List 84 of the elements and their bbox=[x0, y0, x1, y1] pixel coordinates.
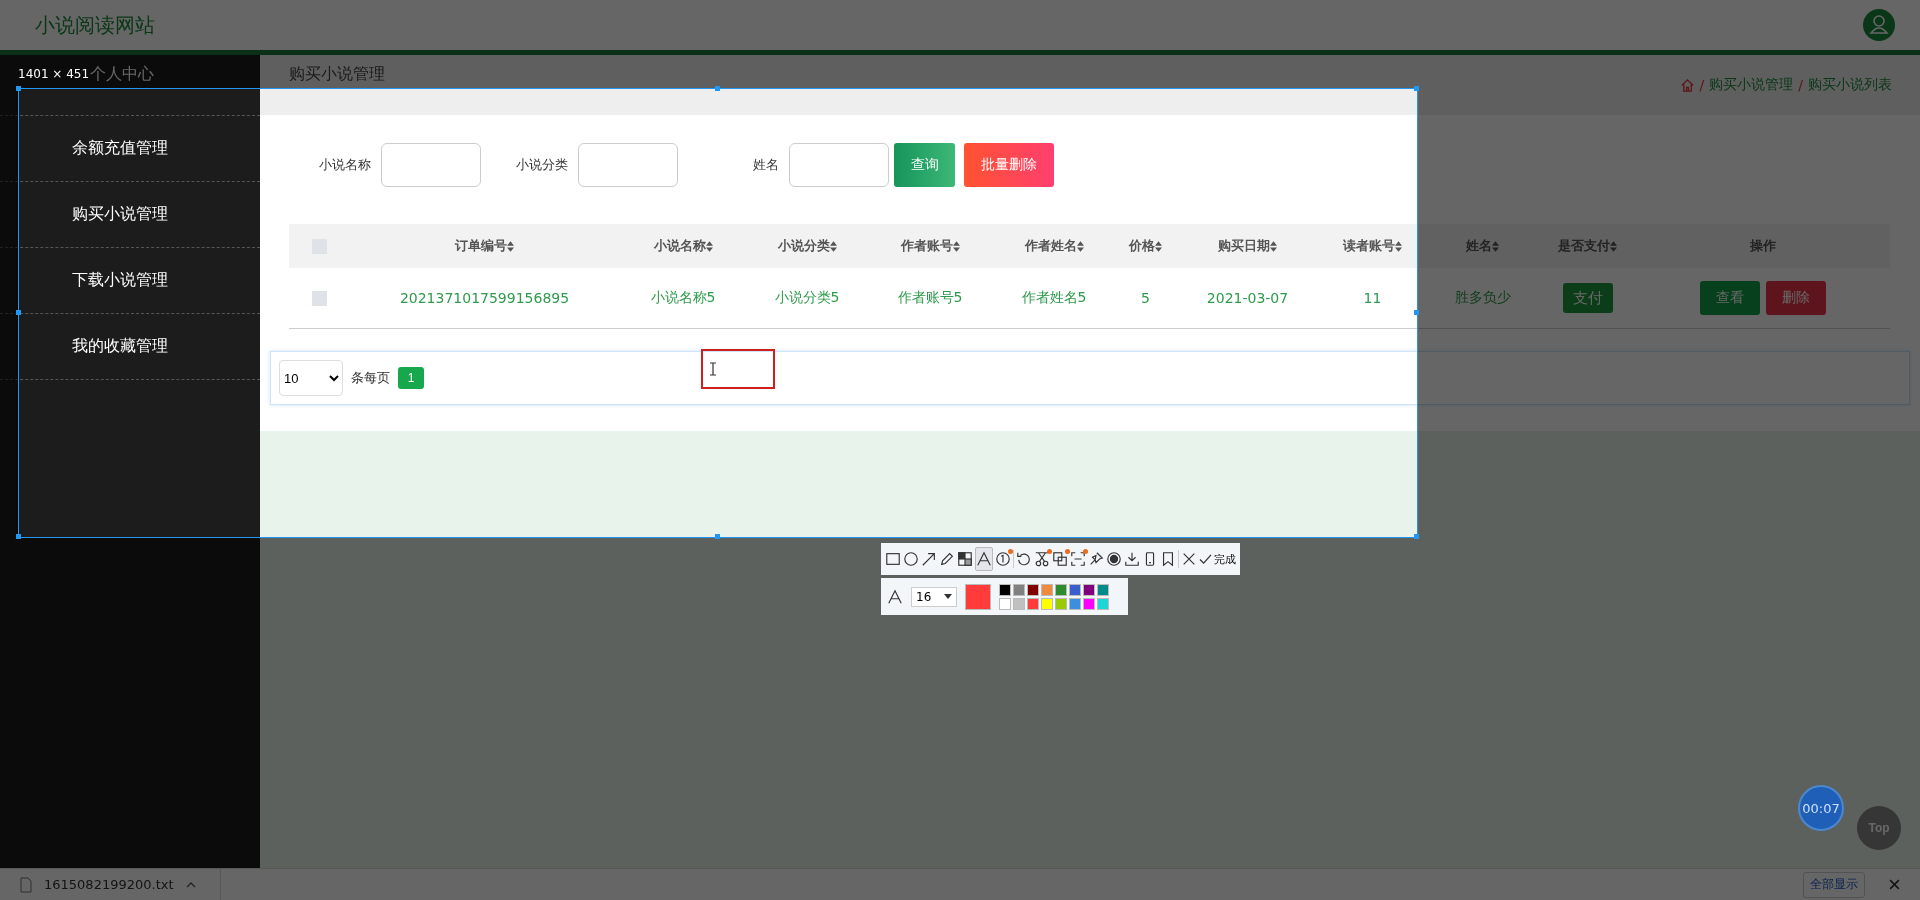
sort-icon[interactable] bbox=[1270, 240, 1277, 252]
resize-handle[interactable] bbox=[16, 534, 21, 539]
column-header[interactable]: 订单编号 bbox=[455, 237, 514, 255]
downloaded-file-name[interactable]: 1615082199200.txt bbox=[44, 877, 174, 892]
show-all-button[interactable]: 全部显示 bbox=[1803, 871, 1865, 898]
table-cell: 作者账号5 bbox=[897, 289, 963, 305]
color-swatch[interactable] bbox=[1069, 597, 1081, 610]
check-icon bbox=[1199, 553, 1212, 565]
color-swatch[interactable] bbox=[1069, 583, 1081, 596]
column-header[interactable]: 购买日期 bbox=[1218, 237, 1277, 255]
color-swatch[interactable] bbox=[1083, 583, 1095, 596]
column-header[interactable]: 操作 bbox=[1749, 237, 1776, 255]
column-header[interactable]: 作者姓名 bbox=[1024, 237, 1084, 255]
resize-handle[interactable] bbox=[715, 86, 720, 91]
selection-frame[interactable] bbox=[18, 88, 1418, 538]
sort-icon[interactable] bbox=[507, 240, 514, 252]
color-swatch[interactable] bbox=[1083, 597, 1095, 610]
search-field[interactable] bbox=[381, 143, 481, 187]
sort-icon[interactable] bbox=[1492, 240, 1499, 252]
table-cell: 小说分类5 bbox=[774, 289, 840, 305]
table-cell: 小说名称5 bbox=[650, 289, 716, 305]
table-cell: 2021371017599156895 bbox=[399, 290, 570, 306]
font-icon bbox=[887, 588, 903, 605]
column-header[interactable]: 作者账号 bbox=[900, 237, 960, 255]
text-cursor-icon bbox=[709, 362, 717, 376]
color-swatch[interactable] bbox=[999, 583, 1011, 596]
home-icon[interactable] bbox=[1679, 77, 1695, 93]
breadcrumb-separator: / bbox=[1798, 77, 1803, 93]
color-swatch[interactable] bbox=[1055, 597, 1067, 610]
sort-icon[interactable] bbox=[1395, 240, 1402, 252]
per-page-label: 条每页 bbox=[351, 369, 390, 387]
confirm-button[interactable]: 完成 bbox=[1199, 551, 1236, 567]
batch-delete-button[interactable]: 批量删除 bbox=[964, 143, 1054, 187]
font-size-select[interactable]: 16 bbox=[911, 586, 957, 607]
color-swatch[interactable] bbox=[1027, 597, 1039, 610]
table-cell: 胜多负少 bbox=[1454, 289, 1511, 305]
page-size-select[interactable]: 10 bbox=[279, 360, 343, 396]
selection-size-label: 1401 × 451 bbox=[18, 67, 90, 81]
resize-handle[interactable] bbox=[1414, 310, 1419, 315]
resize-handle[interactable] bbox=[1414, 534, 1419, 539]
resize-handle[interactable] bbox=[16, 86, 21, 91]
caret-icon[interactable] bbox=[185, 881, 196, 888]
caret-icon bbox=[944, 594, 952, 599]
field-label: 小说分类 bbox=[516, 156, 568, 174]
color-swatch[interactable] bbox=[1097, 583, 1109, 596]
resize-handle[interactable] bbox=[1414, 86, 1419, 91]
field-label: 姓名 bbox=[753, 156, 779, 174]
delete-button[interactable]: 删除 bbox=[1765, 281, 1826, 315]
color-swatch[interactable] bbox=[1013, 597, 1025, 610]
sort-icon[interactable] bbox=[1610, 240, 1617, 252]
column-header[interactable]: 姓名 bbox=[1466, 237, 1499, 255]
resize-handle[interactable] bbox=[715, 534, 720, 539]
table-cell: 5 bbox=[1141, 290, 1150, 306]
search-field[interactable] bbox=[578, 143, 678, 187]
color-swatch[interactable] bbox=[1055, 583, 1067, 596]
checkbox[interactable] bbox=[311, 291, 327, 307]
text-tool-button[interactable] bbox=[975, 547, 993, 571]
sort-icon[interactable] bbox=[1076, 240, 1084, 252]
page-title: 购买小说管理 bbox=[289, 64, 385, 85]
color-swatch[interactable] bbox=[1041, 597, 1053, 610]
breadcrumb-separator: / bbox=[1699, 77, 1705, 93]
table-cell: 2021-03-07 bbox=[1206, 290, 1289, 306]
file-icon bbox=[20, 876, 32, 893]
sort-icon[interactable] bbox=[952, 240, 960, 252]
page-button[interactable]: 1 bbox=[398, 367, 424, 389]
text-input-box[interactable] bbox=[701, 349, 775, 389]
color-swatch[interactable] bbox=[1013, 583, 1025, 596]
close-icon[interactable] bbox=[1889, 879, 1900, 890]
color-swatch[interactable] bbox=[1027, 583, 1039, 596]
resize-handle[interactable] bbox=[16, 310, 21, 315]
sort-icon[interactable] bbox=[1155, 240, 1162, 252]
sort-icon[interactable] bbox=[705, 240, 713, 252]
query-button[interactable]: 查询 bbox=[894, 143, 955, 187]
user-avatar-icon[interactable] bbox=[1863, 9, 1895, 41]
table-cell: 11 bbox=[1363, 290, 1382, 306]
column-header[interactable]: 小说名称 bbox=[653, 237, 713, 255]
color-swatch[interactable] bbox=[1041, 583, 1053, 596]
color-swatch[interactable] bbox=[999, 597, 1011, 610]
search-field[interactable] bbox=[789, 143, 889, 187]
field-label: 小说名称 bbox=[319, 156, 371, 174]
color-swatch[interactable] bbox=[1097, 597, 1109, 610]
sort-icon[interactable] bbox=[829, 240, 837, 252]
current-color-swatch[interactable] bbox=[965, 583, 991, 610]
table-cell: 作者姓名5 bbox=[1021, 289, 1087, 305]
